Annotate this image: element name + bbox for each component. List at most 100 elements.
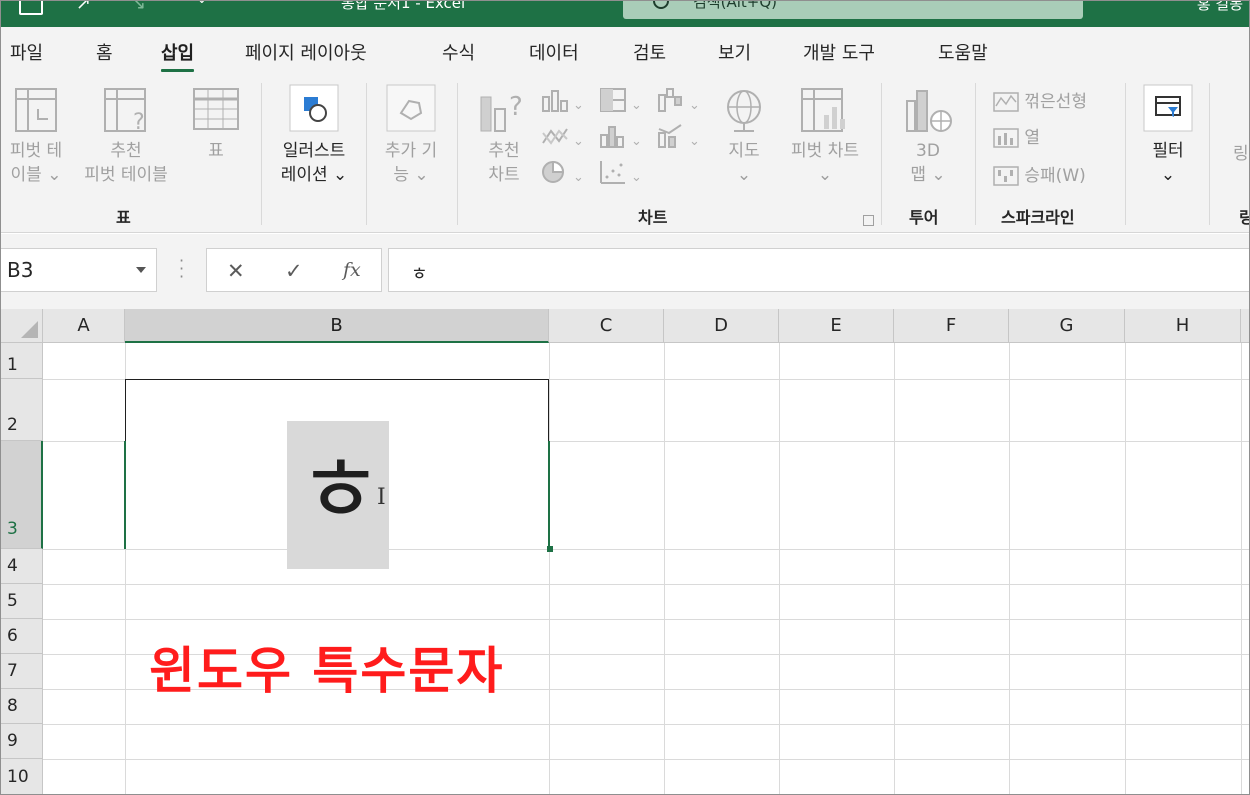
select-all-button[interactable] [1,309,43,343]
row-header-8[interactable]: 8 [1,689,43,724]
row-header-9[interactable]: 9 [1,724,43,759]
column-header-i-partial[interactable] [1241,309,1249,343]
tab-file[interactable]: 파일 [10,39,43,65]
maps-button[interactable]: 지도 ⌄ [719,87,769,187]
row-header-7[interactable]: 7 [1,654,43,689]
table-button[interactable]: 표 [189,87,243,163]
column-header-f[interactable]: F [894,309,1009,343]
filter-button[interactable]: 필터 ⌄ [1139,83,1197,187]
sparkline-column-button[interactable]: 열 [993,123,1040,148]
pivot-table-button[interactable]: 피벗 테 이블 ⌄ [1,87,71,187]
waterfall-chart-icon[interactable]: ⌄ [657,87,705,113]
3d-map-icon [906,90,952,132]
title-bar: ↗ ↘ ⌄ 통합 문서1 - Excel 검색(Alt+Q) 홍 길동 [1,1,1249,27]
sparkline-line-button[interactable]: 꺾은선형 [993,87,1087,112]
cancel-icon[interactable]: ✕ [227,259,245,283]
tab-insert[interactable]: 삽입 [161,39,195,72]
3d-map-label-2: 맵 ⌄ [910,165,946,185]
user-name[interactable]: 홍 길동 [1197,1,1243,14]
pivot-chart-dropdown-icon: ⌄ [817,165,833,185]
tab-page-layout[interactable]: 페이지 레이아웃 [245,39,367,65]
gridline [894,343,895,794]
dialog-launcher-icon[interactable] [863,215,874,226]
formula-input-value: ㅎ [411,264,428,285]
pie-chart-icon[interactable]: ⌄ [541,159,587,185]
recommended-pivot-button[interactable]: ? 추천 피벗 테이블 [73,87,179,187]
sparkline-winloss-button[interactable]: 승패(W) [993,161,1086,186]
hierarchy-chart-icon[interactable]: ⌄ [599,87,647,113]
group-tours-label: 투어 [909,208,939,227]
addins-icon [386,84,436,132]
addins-button[interactable]: 추가 기 능 ⌄ [373,83,449,187]
column-header-c[interactable]: C [549,309,664,343]
link-button-partial[interactable]: 링 [1233,139,1249,164]
tab-help[interactable]: 도움말 [938,39,988,65]
search-placeholder: 검색(Alt+Q) [693,1,777,11]
redo-icon[interactable]: ↘ [131,1,146,14]
maps-dropdown-icon: ⌄ [736,165,752,185]
undo-icon[interactable]: ↗ [76,1,91,14]
column-header-d[interactable]: D [664,309,779,343]
row-header-2[interactable]: 2 [1,379,43,441]
svg-text:⌄: ⌄ [689,134,700,149]
illustrations-button[interactable]: 일러스트 레이션 ⌄ [269,83,359,187]
row-header-1[interactable]: 1 [1,343,43,379]
pivot-chart-label: 피벗 차트 [791,141,859,161]
enter-icon[interactable]: ✓ [285,259,303,283]
search-box[interactable]: 검색(Alt+Q) [623,1,1083,19]
tab-developer[interactable]: 개발 도구 [803,39,875,65]
combo-chart-icon[interactable]: ⌄ [657,123,705,149]
insert-function-icon[interactable]: fx [343,259,361,281]
name-box[interactable]: B3 [1,248,157,292]
scatter-chart-icon[interactable]: ⌄ [599,159,647,185]
row-header-4[interactable]: 4 [1,549,43,584]
column-header-a[interactable]: A [43,309,125,343]
row-header-3[interactable]: 3 [1,441,43,549]
name-box-dropdown-icon[interactable] [136,267,146,273]
worksheet-grid[interactable]: A B C D E F G H 1 2 3 4 5 6 7 8 9 10 ㅎ I… [1,309,1249,794]
sparkline-line-label: 꺾은선형 [1024,92,1087,112]
column-header-e[interactable]: E [779,309,894,343]
sparkline-column-label: 열 [1024,128,1041,148]
gridline [779,343,780,794]
tab-view[interactable]: 보기 [718,39,751,65]
splitter-dots-icon[interactable]: · · · [179,253,184,285]
svg-text:?: ? [509,92,523,122]
separator [881,83,882,225]
search-icon [653,1,669,9]
line-chart-icon[interactable]: ⌄ [541,123,587,149]
fill-handle[interactable] [547,546,553,552]
formula-input[interactable]: ㅎ [388,248,1249,292]
select-all-icon [21,321,38,338]
pivot-chart-button[interactable]: 피벗 차트 ⌄ [777,87,873,187]
column-header-g[interactable]: G [1009,309,1125,343]
tab-data[interactable]: 데이터 [529,39,579,65]
tab-review[interactable]: 검토 [633,39,666,65]
recommended-charts-label-2: 차트 [488,165,520,185]
statistic-chart-icon[interactable]: ⌄ [599,123,647,149]
formula-buttons: ✕ ✓ fx [206,248,382,292]
row-header-6[interactable]: 6 [1,619,43,654]
group-links-label: 링 [1239,204,1249,228]
gridline [1241,343,1242,794]
recommended-pivot-label-2: 피벗 테이블 [84,165,168,185]
column-chart-icon[interactable]: ⌄ [541,87,587,113]
column-header-b[interactable]: B [125,309,549,343]
separator [975,83,976,225]
row-header-10[interactable]: 10 [1,759,43,794]
group-charts-label: 차트 [638,208,668,227]
row-header-5[interactable]: 5 [1,584,43,619]
recommended-charts-button[interactable]: ? 추천 차트 [471,87,537,187]
column-header-h[interactable]: H [1125,309,1241,343]
sparkline-column-icon [993,128,1019,148]
gridline [43,619,1249,620]
tab-formulas[interactable]: 수식 [442,39,475,65]
tab-home[interactable]: 홈 [96,39,113,65]
cell-value: ㅎ [298,437,383,544]
save-icon[interactable] [19,1,43,15]
sparkline-winloss-label: 승패(W) [1024,166,1086,186]
3d-map-button[interactable]: 3D 맵 ⌄ [897,87,959,187]
illustrations-label-1: 일러스트 [282,141,346,161]
svg-text:⌄: ⌄ [573,170,584,185]
quick-access-dropdown-icon[interactable]: ⌄ [196,1,208,7]
